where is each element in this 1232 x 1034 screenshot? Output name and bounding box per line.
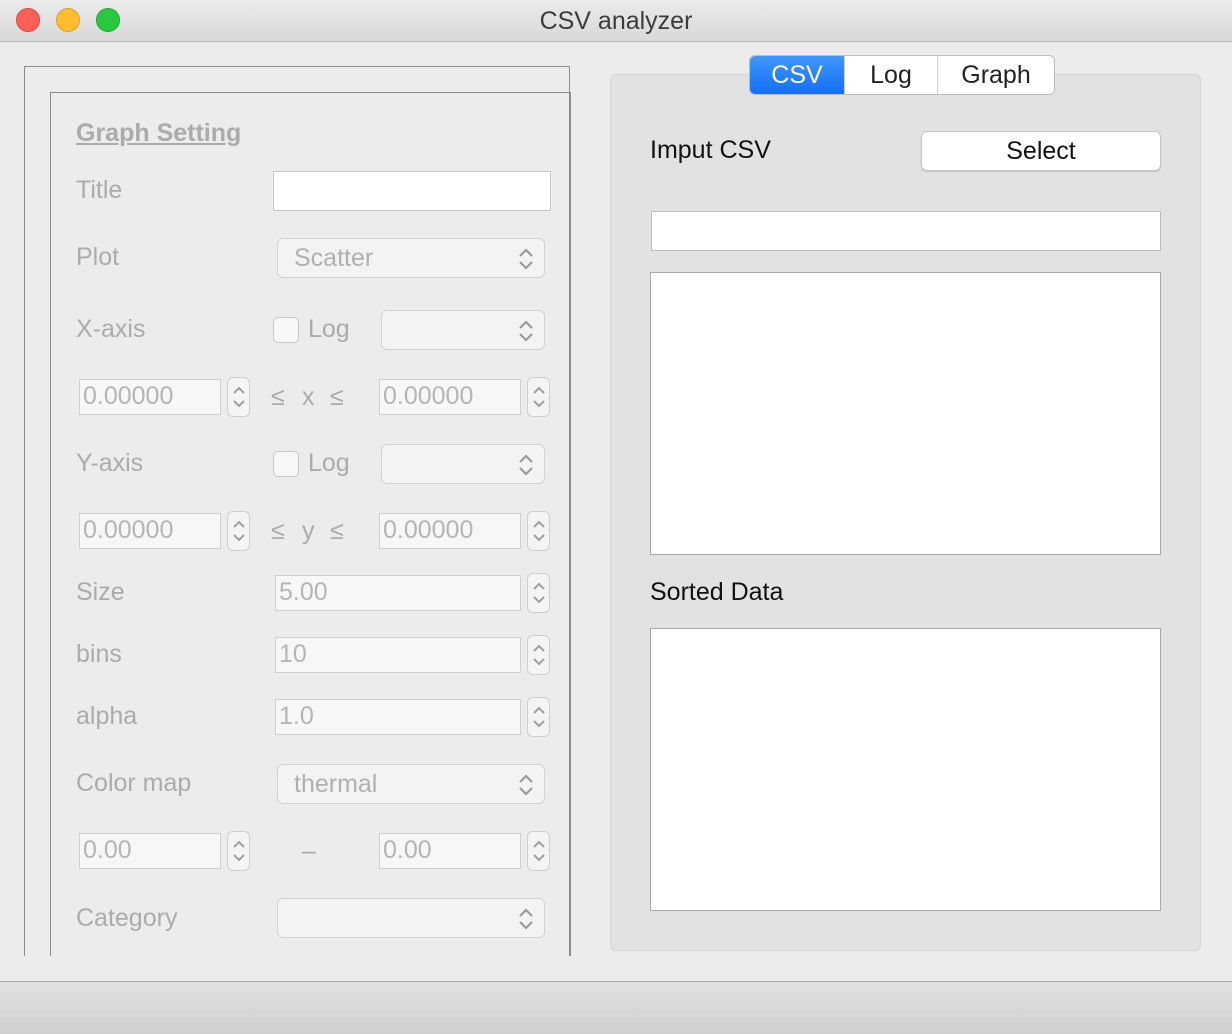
size-stepper[interactable] [527, 573, 550, 613]
x-variable: x [302, 383, 315, 411]
xaxis-label: X-axis [76, 315, 146, 343]
stepper-arrows-icon [532, 644, 545, 666]
plot-select-value: Scatter [294, 244, 374, 272]
cmap-max-stepper[interactable] [527, 831, 550, 871]
title-bar: CSV analyzer [0, 0, 1232, 42]
stepper-arrows-icon [232, 840, 245, 862]
x-lower-leq: ≤ [271, 383, 285, 411]
bins-field[interactable]: 10 [275, 637, 521, 673]
sorted-data-label: Sorted Data [650, 578, 784, 606]
yaxis-column-select[interactable] [381, 444, 545, 484]
graph-setting-heading: Graph Setting [76, 119, 242, 147]
updown-arrows-icon [519, 320, 533, 342]
y-max-field[interactable]: 0.00000 [379, 513, 521, 549]
colormap-label: Color map [76, 769, 192, 797]
yaxis-log-checkbox[interactable] [273, 451, 299, 477]
updown-arrows-icon [519, 454, 533, 476]
xaxis-column-select[interactable] [381, 310, 545, 350]
alpha-field[interactable]: 1.0 [275, 699, 521, 735]
stepper-arrows-icon [532, 706, 545, 728]
size-field[interactable]: 5.00 [275, 575, 521, 611]
x-min-stepper[interactable] [227, 377, 250, 417]
plot-label: Plot [76, 243, 120, 271]
size-label: Size [76, 578, 125, 606]
bins-stepper[interactable] [527, 635, 550, 675]
colormap-select-value: thermal [294, 770, 378, 798]
alpha-stepper[interactable] [527, 697, 550, 737]
stepper-arrows-icon [532, 520, 545, 542]
title-label: Title [76, 176, 123, 204]
category-select[interactable] [277, 898, 545, 938]
csv-preview-area[interactable] [650, 272, 1161, 555]
cmap-max-field[interactable]: 0.00 [379, 833, 521, 869]
input-csv-label: Imput CSV [650, 136, 771, 164]
updown-arrows-icon [519, 908, 533, 930]
title-input[interactable] [273, 171, 551, 211]
x-min-field[interactable]: 0.00000 [79, 379, 221, 415]
x-max-field[interactable]: 0.00000 [379, 379, 521, 415]
y-min-field[interactable]: 0.00000 [79, 513, 221, 549]
cmap-min-stepper[interactable] [227, 831, 250, 871]
cmap-min-field[interactable]: 0.00 [79, 833, 221, 869]
select-button[interactable]: Select [921, 131, 1161, 171]
sorted-data-area[interactable] [650, 628, 1161, 911]
yaxis-log-label: Log [308, 449, 350, 477]
tab-log[interactable]: Log [844, 56, 937, 94]
y-min-stepper[interactable] [227, 511, 250, 551]
alpha-label: alpha [76, 702, 138, 730]
y-lower-leq: ≤ [271, 517, 285, 545]
tab-csv[interactable]: CSV [750, 56, 844, 94]
stepper-arrows-icon [532, 840, 545, 862]
tab-bar: CSV Log Graph [749, 55, 1055, 95]
bins-label: bins [76, 640, 122, 668]
xaxis-log-checkbox[interactable] [273, 317, 299, 343]
x-max-stepper[interactable] [527, 377, 550, 417]
stepper-arrows-icon [532, 386, 545, 408]
status-bar [0, 981, 1232, 1034]
y-max-stepper[interactable] [527, 511, 550, 551]
stepper-arrows-icon [232, 386, 245, 408]
updown-arrows-icon [519, 774, 533, 796]
csv-path-input[interactable] [651, 211, 1161, 251]
stepper-arrows-icon [532, 582, 545, 604]
colormap-select[interactable]: thermal [277, 764, 545, 804]
y-variable: y [302, 517, 315, 545]
x-upper-leq: ≤ [330, 383, 344, 411]
stepper-arrows-icon [232, 520, 245, 542]
tab-graph[interactable]: Graph [937, 56, 1054, 94]
window-title: CSV analyzer [539, 7, 693, 35]
y-upper-leq: ≤ [330, 517, 344, 545]
plot-select[interactable]: Scatter [277, 238, 545, 278]
xaxis-log-label: Log [308, 315, 350, 343]
category-label: Category [76, 904, 178, 932]
updown-arrows-icon [519, 248, 533, 270]
cmap-range-dash: – [302, 837, 316, 865]
yaxis-label: Y-axis [76, 449, 144, 477]
